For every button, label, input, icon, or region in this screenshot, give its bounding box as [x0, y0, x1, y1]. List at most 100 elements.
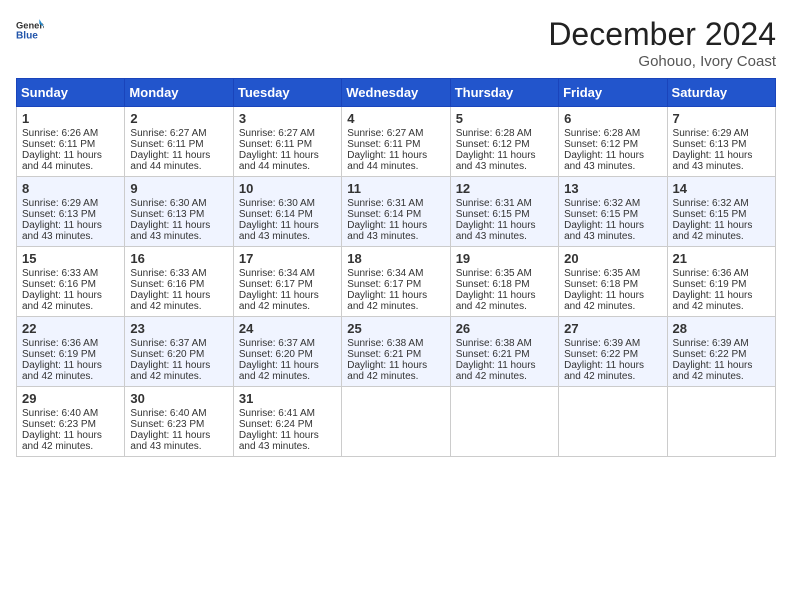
sunrise-label: Sunrise: 6:31 AM — [347, 198, 423, 209]
daylight-label: Daylight: 11 hours and 42 minutes. — [130, 360, 210, 382]
sunset-label: Sunset: 6:16 PM — [130, 279, 204, 290]
calendar-cell: 17 Sunrise: 6:34 AM Sunset: 6:17 PM Dayl… — [233, 247, 341, 317]
day-number: 27 — [564, 321, 661, 336]
day-number: 21 — [673, 251, 770, 266]
daylight-label: Daylight: 11 hours and 43 minutes. — [673, 150, 753, 172]
sunrise-label: Sunrise: 6:39 AM — [673, 338, 749, 349]
sunset-label: Sunset: 6:11 PM — [239, 139, 312, 150]
sunrise-label: Sunrise: 6:31 AM — [456, 198, 532, 209]
sunset-label: Sunset: 6:14 PM — [239, 209, 313, 220]
calendar-cell: 20 Sunrise: 6:35 AM Sunset: 6:18 PM Dayl… — [559, 247, 667, 317]
calendar-header-row: SundayMondayTuesdayWednesdayThursdayFrid… — [17, 79, 776, 107]
sunset-label: Sunset: 6:15 PM — [456, 209, 530, 220]
day-number: 13 — [564, 181, 661, 196]
sunset-label: Sunset: 6:19 PM — [22, 349, 96, 360]
day-number: 17 — [239, 251, 336, 266]
sunrise-label: Sunrise: 6:40 AM — [130, 408, 206, 419]
calendar-week-5: 29 Sunrise: 6:40 AM Sunset: 6:23 PM Dayl… — [17, 387, 776, 457]
sunset-label: Sunset: 6:13 PM — [130, 209, 204, 220]
sunset-label: Sunset: 6:18 PM — [456, 279, 530, 290]
calendar-cell: 3 Sunrise: 6:27 AM Sunset: 6:11 PM Dayli… — [233, 107, 341, 177]
calendar-cell: 23 Sunrise: 6:37 AM Sunset: 6:20 PM Dayl… — [125, 317, 233, 387]
day-header-friday: Friday — [559, 79, 667, 107]
day-number: 8 — [22, 181, 119, 196]
calendar-week-2: 8 Sunrise: 6:29 AM Sunset: 6:13 PM Dayli… — [17, 177, 776, 247]
daylight-label: Daylight: 11 hours and 42 minutes. — [22, 290, 102, 312]
daylight-label: Daylight: 11 hours and 44 minutes. — [130, 150, 210, 172]
calendar-cell: 11 Sunrise: 6:31 AM Sunset: 6:14 PM Dayl… — [342, 177, 450, 247]
calendar-cell: 28 Sunrise: 6:39 AM Sunset: 6:22 PM Dayl… — [667, 317, 775, 387]
sunset-label: Sunset: 6:11 PM — [22, 139, 95, 150]
day-number: 20 — [564, 251, 661, 266]
daylight-label: Daylight: 11 hours and 42 minutes. — [673, 290, 753, 312]
day-number: 10 — [239, 181, 336, 196]
sunrise-label: Sunrise: 6:27 AM — [239, 128, 315, 139]
sunset-label: Sunset: 6:12 PM — [564, 139, 638, 150]
day-number: 5 — [456, 111, 553, 126]
calendar-week-1: 1 Sunrise: 6:26 AM Sunset: 6:11 PM Dayli… — [17, 107, 776, 177]
calendar-cell — [450, 387, 558, 457]
sunrise-label: Sunrise: 6:35 AM — [564, 268, 640, 279]
day-number: 26 — [456, 321, 553, 336]
sunrise-label: Sunrise: 6:36 AM — [673, 268, 749, 279]
daylight-label: Daylight: 11 hours and 43 minutes. — [22, 220, 102, 242]
day-number: 11 — [347, 181, 444, 196]
calendar-cell: 15 Sunrise: 6:33 AM Sunset: 6:16 PM Dayl… — [17, 247, 125, 317]
sunset-label: Sunset: 6:24 PM — [239, 419, 313, 430]
calendar-cell: 18 Sunrise: 6:34 AM Sunset: 6:17 PM Dayl… — [342, 247, 450, 317]
day-header-tuesday: Tuesday — [233, 79, 341, 107]
sunset-label: Sunset: 6:17 PM — [347, 279, 421, 290]
calendar-cell — [342, 387, 450, 457]
daylight-label: Daylight: 11 hours and 44 minutes. — [22, 150, 102, 172]
sunrise-label: Sunrise: 6:28 AM — [564, 128, 640, 139]
sunset-label: Sunset: 6:12 PM — [456, 139, 530, 150]
daylight-label: Daylight: 11 hours and 42 minutes. — [347, 290, 427, 312]
calendar-cell: 31 Sunrise: 6:41 AM Sunset: 6:24 PM Dayl… — [233, 387, 341, 457]
calendar-cell: 9 Sunrise: 6:30 AM Sunset: 6:13 PM Dayli… — [125, 177, 233, 247]
day-number: 15 — [22, 251, 119, 266]
sunset-label: Sunset: 6:22 PM — [673, 349, 747, 360]
logo: General Blue — [16, 16, 44, 44]
sunrise-label: Sunrise: 6:27 AM — [130, 128, 206, 139]
day-number: 23 — [130, 321, 227, 336]
daylight-label: Daylight: 11 hours and 43 minutes. — [564, 220, 644, 242]
day-number: 22 — [22, 321, 119, 336]
calendar-cell: 19 Sunrise: 6:35 AM Sunset: 6:18 PM Dayl… — [450, 247, 558, 317]
daylight-label: Daylight: 11 hours and 44 minutes. — [347, 150, 427, 172]
day-number: 28 — [673, 321, 770, 336]
day-number: 1 — [22, 111, 119, 126]
calendar-table: SundayMondayTuesdayWednesdayThursdayFrid… — [16, 78, 776, 457]
day-number: 12 — [456, 181, 553, 196]
sunset-label: Sunset: 6:15 PM — [564, 209, 638, 220]
daylight-label: Daylight: 11 hours and 43 minutes. — [564, 150, 644, 172]
svg-text:Blue: Blue — [16, 31, 38, 42]
day-number: 30 — [130, 391, 227, 406]
sunrise-label: Sunrise: 6:34 AM — [239, 268, 315, 279]
day-number: 16 — [130, 251, 227, 266]
day-number: 4 — [347, 111, 444, 126]
daylight-label: Daylight: 11 hours and 42 minutes. — [347, 360, 427, 382]
day-header-saturday: Saturday — [667, 79, 775, 107]
sunset-label: Sunset: 6:15 PM — [673, 209, 747, 220]
calendar-cell: 7 Sunrise: 6:29 AM Sunset: 6:13 PM Dayli… — [667, 107, 775, 177]
day-number: 29 — [22, 391, 119, 406]
sunrise-label: Sunrise: 6:33 AM — [130, 268, 206, 279]
day-number: 24 — [239, 321, 336, 336]
day-number: 19 — [456, 251, 553, 266]
day-number: 31 — [239, 391, 336, 406]
calendar-cell: 13 Sunrise: 6:32 AM Sunset: 6:15 PM Dayl… — [559, 177, 667, 247]
sunrise-label: Sunrise: 6:34 AM — [347, 268, 423, 279]
day-header-sunday: Sunday — [17, 79, 125, 107]
month-title: December 2024 — [548, 16, 776, 53]
sunset-label: Sunset: 6:18 PM — [564, 279, 638, 290]
sunrise-label: Sunrise: 6:28 AM — [456, 128, 532, 139]
day-number: 2 — [130, 111, 227, 126]
sunset-label: Sunset: 6:11 PM — [130, 139, 203, 150]
sunset-label: Sunset: 6:14 PM — [347, 209, 421, 220]
sunrise-label: Sunrise: 6:27 AM — [347, 128, 423, 139]
sunrise-label: Sunrise: 6:29 AM — [22, 198, 98, 209]
sunset-label: Sunset: 6:20 PM — [239, 349, 313, 360]
calendar-cell: 22 Sunrise: 6:36 AM Sunset: 6:19 PM Dayl… — [17, 317, 125, 387]
daylight-label: Daylight: 11 hours and 43 minutes. — [130, 430, 210, 452]
page-header: General Blue December 2024 Gohouo, Ivory… — [16, 16, 776, 70]
